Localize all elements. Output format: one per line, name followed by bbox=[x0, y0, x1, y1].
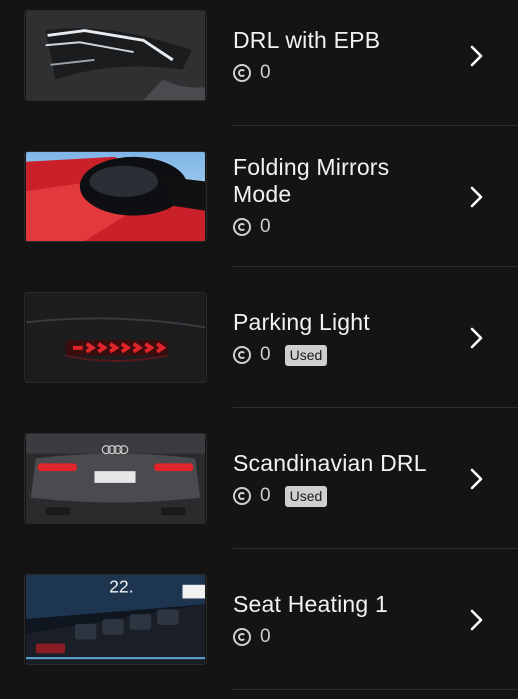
divider bbox=[233, 689, 518, 690]
credit-count: 0 bbox=[260, 216, 271, 237]
credit-coin-icon bbox=[233, 218, 251, 236]
svg-text:22.: 22. bbox=[109, 577, 133, 597]
used-badge: Used bbox=[284, 344, 328, 366]
list-item-scandinavian-drl[interactable]: Scandinavian DRL 0 Used bbox=[0, 408, 518, 549]
side-mirror-icon bbox=[26, 152, 205, 241]
chevron-right-icon bbox=[470, 186, 483, 208]
audi-headlight-icon bbox=[26, 11, 205, 100]
list-item-folding-mirrors-mode[interactable]: Folding Mirrors Mode 0 bbox=[0, 126, 518, 267]
chevron-right-icon bbox=[470, 609, 483, 631]
item-title: Folding Mirrors Mode bbox=[233, 154, 390, 207]
item-meta: 0 Used bbox=[233, 344, 328, 366]
list-item-seat-heating-1[interactable]: 22. Seat Heating 1 0 bbox=[0, 549, 518, 690]
thumbnail-seat-heating-1: 22. bbox=[24, 574, 207, 665]
item-meta: 0 bbox=[233, 216, 271, 238]
climate-panel-icon: 22. bbox=[26, 575, 205, 664]
item-meta: 0 bbox=[233, 62, 271, 84]
item-title: Parking Light bbox=[233, 309, 370, 335]
car-rear-icon bbox=[26, 434, 205, 523]
used-badge: Used bbox=[284, 485, 328, 507]
taillight-icon bbox=[25, 293, 206, 382]
item-meta: 0 bbox=[233, 626, 271, 648]
credit-count: 0 bbox=[260, 62, 271, 83]
thumbnail-drl-with-epb bbox=[24, 10, 207, 101]
chevron-right-icon bbox=[470, 45, 483, 67]
credit-count: 0 bbox=[260, 344, 271, 365]
thumbnail-folding-mirrors-mode bbox=[24, 151, 207, 242]
credit-coin-icon bbox=[233, 346, 251, 364]
chevron-right-icon bbox=[470, 468, 483, 490]
item-meta: 0 Used bbox=[233, 485, 328, 507]
thumbnail-scandinavian-drl bbox=[24, 433, 207, 524]
credit-coin-icon bbox=[233, 64, 251, 82]
item-title: DRL with EPB bbox=[233, 27, 381, 53]
credit-count: 0 bbox=[260, 626, 271, 647]
chevron-right-icon bbox=[470, 327, 483, 349]
list-item-parking-light[interactable]: Parking Light 0 Used bbox=[0, 267, 518, 408]
credit-count: 0 bbox=[260, 485, 271, 506]
credit-coin-icon bbox=[233, 487, 251, 505]
item-title: Scandinavian DRL bbox=[233, 450, 427, 476]
thumbnail-parking-light bbox=[24, 292, 207, 383]
list-item-drl-with-epb[interactable]: DRL with EPB 0 bbox=[0, 0, 518, 126]
credit-coin-icon bbox=[233, 628, 251, 646]
item-title: Seat Heating 1 bbox=[233, 591, 388, 617]
